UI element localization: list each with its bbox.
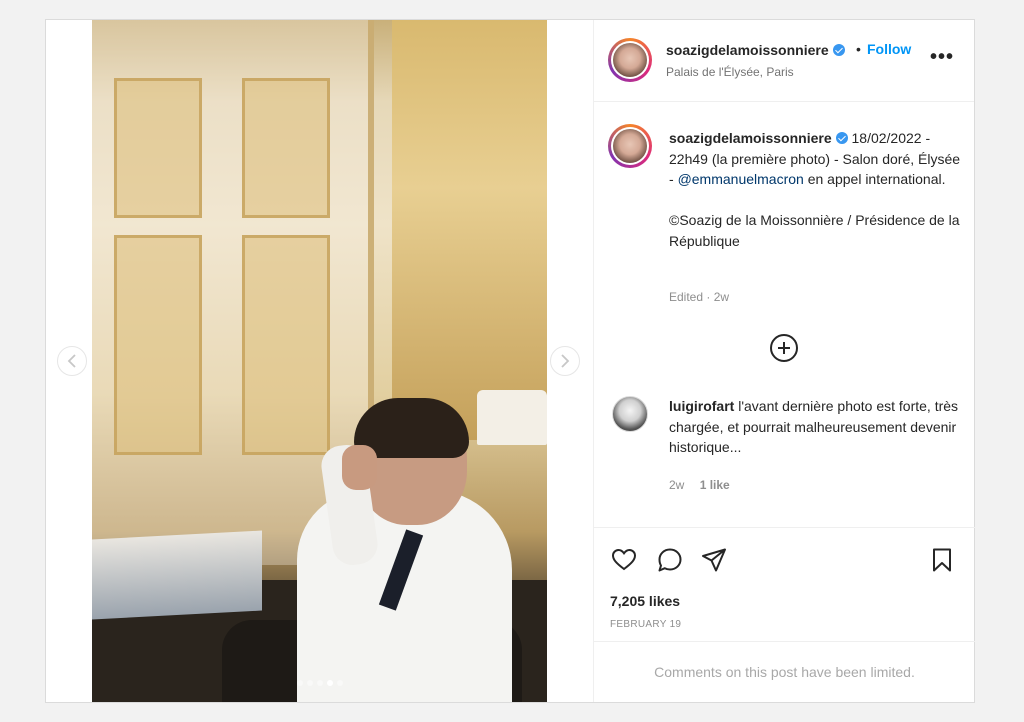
comment-time[interactable]: 2w: [669, 478, 684, 492]
follow-button[interactable]: Follow: [867, 41, 911, 57]
photo-lamp: [477, 390, 547, 445]
caption-meta: Edited · 2w: [669, 290, 730, 304]
carousel-dot[interactable]: [316, 680, 323, 686]
caption-username[interactable]: soazigdelamoissonniere: [669, 130, 832, 146]
next-slide-button[interactable]: [550, 346, 580, 376]
like-heart-icon[interactable]: [610, 546, 638, 574]
previous-slide-button[interactable]: [57, 346, 87, 376]
comments-limited-notice: Comments on this post have been limited.: [594, 641, 975, 702]
photo-papers: [92, 530, 262, 620]
verified-badge-icon: [835, 132, 848, 144]
carousel-dots: [92, 680, 547, 686]
carousel-dot[interactable]: [336, 680, 343, 686]
share-paper-plane-icon[interactable]: [700, 546, 728, 574]
load-more-comments-icon[interactable]: [770, 334, 798, 362]
post-media: [46, 20, 593, 702]
caption-text: soazigdelamoissonniere 18/02/2022 - 22h4…: [669, 128, 964, 251]
post-dialog: soazigdelamoissonniere • Follow Palais d…: [45, 19, 975, 703]
comments-section: soazigdelamoissonniere 18/02/2022 - 22h4…: [594, 102, 975, 527]
carousel-dot[interactable]: [306, 680, 313, 686]
post-photo[interactable]: [92, 20, 547, 702]
post-actions: 7,205 likes FEBRUARY 19: [594, 527, 975, 641]
plus-icon: [778, 342, 790, 354]
photo-panel: [114, 78, 202, 218]
likes-count[interactable]: 7,205 likes: [610, 593, 680, 609]
post-header: soazigdelamoissonniere • Follow Palais d…: [594, 20, 974, 102]
caption-mention[interactable]: @emmanuelmacron: [678, 171, 804, 187]
author-avatar[interactable]: [608, 38, 652, 82]
chevron-right-icon: [561, 354, 570, 368]
caption-body-end: en appel international.: [803, 171, 946, 187]
photo-wall: [392, 20, 547, 440]
comment-meta: 2w 1 like: [669, 478, 742, 492]
author-username-text[interactable]: soazigdelamoissonniere: [666, 42, 829, 58]
carousel-dot[interactable]: [326, 680, 333, 686]
author-username[interactable]: soazigdelamoissonniere: [666, 42, 845, 58]
verified-badge-icon: [832, 44, 845, 56]
photo-panel: [242, 78, 330, 218]
photo-hand: [342, 445, 377, 490]
photo-panel: [242, 235, 330, 455]
save-bookmark-icon[interactable]: [928, 546, 956, 574]
post-location[interactable]: Palais de l'Élysée, Paris: [666, 65, 794, 79]
post-sidebar: soazigdelamoissonniere • Follow Palais d…: [593, 20, 975, 702]
action-icons: [610, 546, 960, 574]
comment-text: luigirofart l'avant dernière photo est f…: [669, 396, 959, 458]
post-date[interactable]: FEBRUARY 19: [610, 619, 681, 630]
more-options-icon[interactable]: •••: [930, 46, 954, 69]
comment-bubble-icon[interactable]: [656, 546, 684, 574]
caption-credit: ©Soazig de la Moissonnière / Présidence …: [669, 212, 960, 249]
commenter-username[interactable]: luigirofart: [669, 398, 734, 414]
commenter-avatar[interactable]: [612, 396, 648, 432]
chevron-left-icon: [67, 354, 76, 368]
header-separator: •: [856, 41, 861, 57]
photo-panel: [114, 235, 202, 455]
caption-avatar[interactable]: [608, 124, 652, 168]
comment-likes[interactable]: 1 like: [700, 478, 730, 492]
carousel-dot[interactable]: [296, 680, 303, 686]
